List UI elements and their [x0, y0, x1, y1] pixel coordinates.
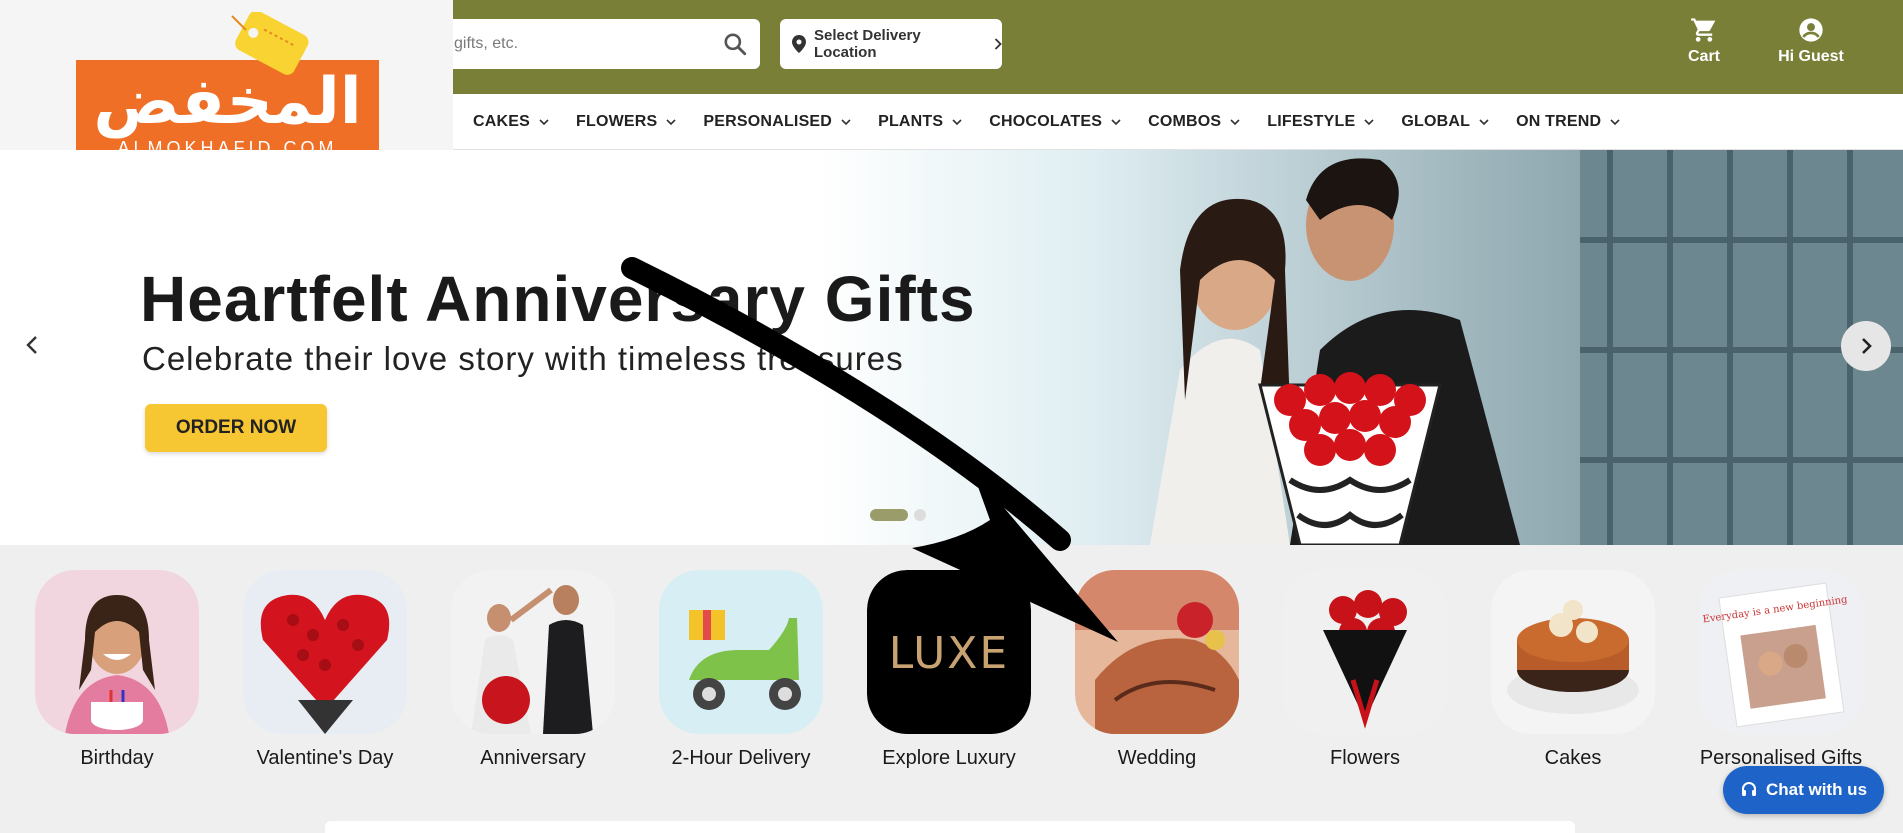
search-placeholder: gifts, etc. — [454, 35, 519, 52]
category-cakes[interactable]: Cakes — [1491, 570, 1655, 770]
chevron-down-icon — [1364, 119, 1374, 126]
bouquet-photo-icon — [1283, 570, 1447, 734]
nav-item-combos[interactable]: COMBOS — [1148, 113, 1241, 131]
hero-banner[interactable]: Heartfelt Anniversary Gifts Celebrate th… — [0, 150, 1903, 545]
category-label: Flowers — [1329, 747, 1400, 769]
category-anniversary[interactable]: Anniversary — [451, 570, 615, 770]
cart-button[interactable]: Cart — [1684, 16, 1724, 66]
category-explore-luxury[interactable]: LUXE Explore Luxury — [867, 570, 1031, 770]
user-icon — [1799, 18, 1823, 42]
hero-couple-photo — [820, 150, 1903, 545]
category-label: Anniversary — [480, 747, 586, 769]
nav-item-label: PERSONALISED — [703, 113, 833, 130]
chevron-down-icon — [1230, 119, 1240, 126]
carousel-next-button[interactable] — [1841, 321, 1891, 371]
nav-item-label: PLANTS — [878, 113, 944, 130]
chevron-down-icon — [841, 119, 851, 126]
cart-label: Cart — [1687, 48, 1720, 65]
chevron-down-icon — [1111, 119, 1121, 126]
category-valentines-day[interactable]: Valentine's Day — [243, 570, 407, 770]
chat-button[interactable]: Chat with us — [1723, 766, 1884, 814]
category-label: Valentine's Day — [256, 747, 394, 769]
carousel-dot[interactable] — [914, 509, 926, 521]
location-pin-icon — [792, 35, 806, 53]
category-flowers[interactable]: Flowers — [1283, 570, 1447, 770]
category-strip: Birthday Valentine's Day Anniversary 2-H… — [0, 545, 1903, 785]
logo-arabic-text: المخفض — [93, 65, 362, 139]
chevron-down-icon — [1610, 119, 1620, 126]
cake-photo-icon — [1491, 570, 1655, 734]
henna-hands-photo-icon — [1075, 570, 1239, 734]
category-2-hour-delivery[interactable]: 2-Hour Delivery — [659, 570, 823, 770]
birthday-photo-icon — [35, 570, 199, 734]
headset-icon — [1741, 782, 1756, 796]
couple-dance-photo-icon — [451, 570, 615, 734]
chevron-down-icon — [952, 119, 962, 126]
nav-item-on-trend[interactable]: ON TREND — [1516, 113, 1621, 131]
nav-item-lifestyle[interactable]: LIFESTYLE — [1267, 113, 1375, 131]
chevron-right-icon — [1862, 338, 1872, 354]
nav-item-label: GLOBAL — [1401, 113, 1471, 130]
category-birthday[interactable]: Birthday — [35, 570, 199, 770]
order-now-button[interactable]: ORDER NOW — [145, 404, 327, 452]
content-card — [325, 821, 1575, 833]
nav-item-label: FLOWERS — [576, 113, 658, 130]
luxe-logo-icon: LUXE — [867, 570, 1031, 734]
category-label: Wedding — [1117, 747, 1197, 769]
category-label: Explore Luxury — [882, 747, 1016, 769]
nav-item-plants[interactable]: PLANTS — [878, 113, 963, 131]
hero-title: Heartfelt Anniversary Gifts — [140, 263, 976, 335]
chevron-down-icon — [1479, 119, 1489, 126]
user-label: Hi Guest — [1778, 48, 1844, 65]
photo-frame-photo-icon: Everyday is a new beginning — [1699, 570, 1863, 734]
search-input[interactable]: gifts, etc. — [440, 19, 760, 69]
category-label: Cakes — [1544, 747, 1602, 769]
price-tag-icon — [231, 12, 309, 75]
carousel-dot-active[interactable] — [870, 509, 908, 521]
nav-item-label: CAKES — [473, 113, 531, 130]
chat-label: Chat with us — [1765, 780, 1868, 799]
category-personalised-gifts[interactable]: Everyday is a new beginning Personalised… — [1699, 570, 1863, 770]
rose-heart-photo-icon — [243, 570, 407, 734]
cart-icon — [1691, 18, 1716, 42]
carousel-dots — [870, 509, 926, 521]
nav-item-label: LIFESTYLE — [1267, 113, 1356, 130]
nav-item-flowers[interactable]: FLOWERS — [576, 113, 677, 131]
chevron-down-icon — [666, 119, 676, 126]
nav-item-personalised[interactable]: PERSONALISED — [703, 113, 852, 131]
chevron-down-icon — [539, 119, 549, 126]
scooter-photo-icon — [659, 570, 823, 734]
nav-item-chocolates[interactable]: CHOCOLATES — [989, 113, 1122, 131]
nav-item-global[interactable]: GLOBAL — [1401, 113, 1490, 131]
category-label: Birthday — [80, 747, 154, 769]
chevron-right-icon — [994, 38, 1002, 50]
luxe-badge-text: LUXE — [889, 628, 1009, 679]
carousel-prev-icon[interactable] — [20, 332, 46, 358]
category-label: 2-Hour Delivery — [671, 747, 811, 769]
nav-item-cakes[interactable]: CAKES — [473, 113, 550, 131]
nav-item-label: CHOCOLATES — [989, 113, 1103, 130]
nav-list: CAKES FLOWERS PERSONALISED PLANTS CHOCOLATES… — [473, 94, 1647, 150]
account-button[interactable]: Hi Guest — [1778, 16, 1844, 66]
category-wedding[interactable]: Wedding — [1075, 570, 1239, 770]
delivery-location-button[interactable]: Select Delivery Location — [780, 19, 1002, 69]
hero-subtitle: Celebrate their love story with timeless… — [142, 340, 904, 377]
nav-item-label: ON TREND — [1516, 113, 1602, 130]
search-icon[interactable] — [722, 31, 748, 57]
delivery-location-label: Select Delivery Location — [814, 27, 921, 61]
nav-item-label: COMBOS — [1148, 113, 1222, 130]
